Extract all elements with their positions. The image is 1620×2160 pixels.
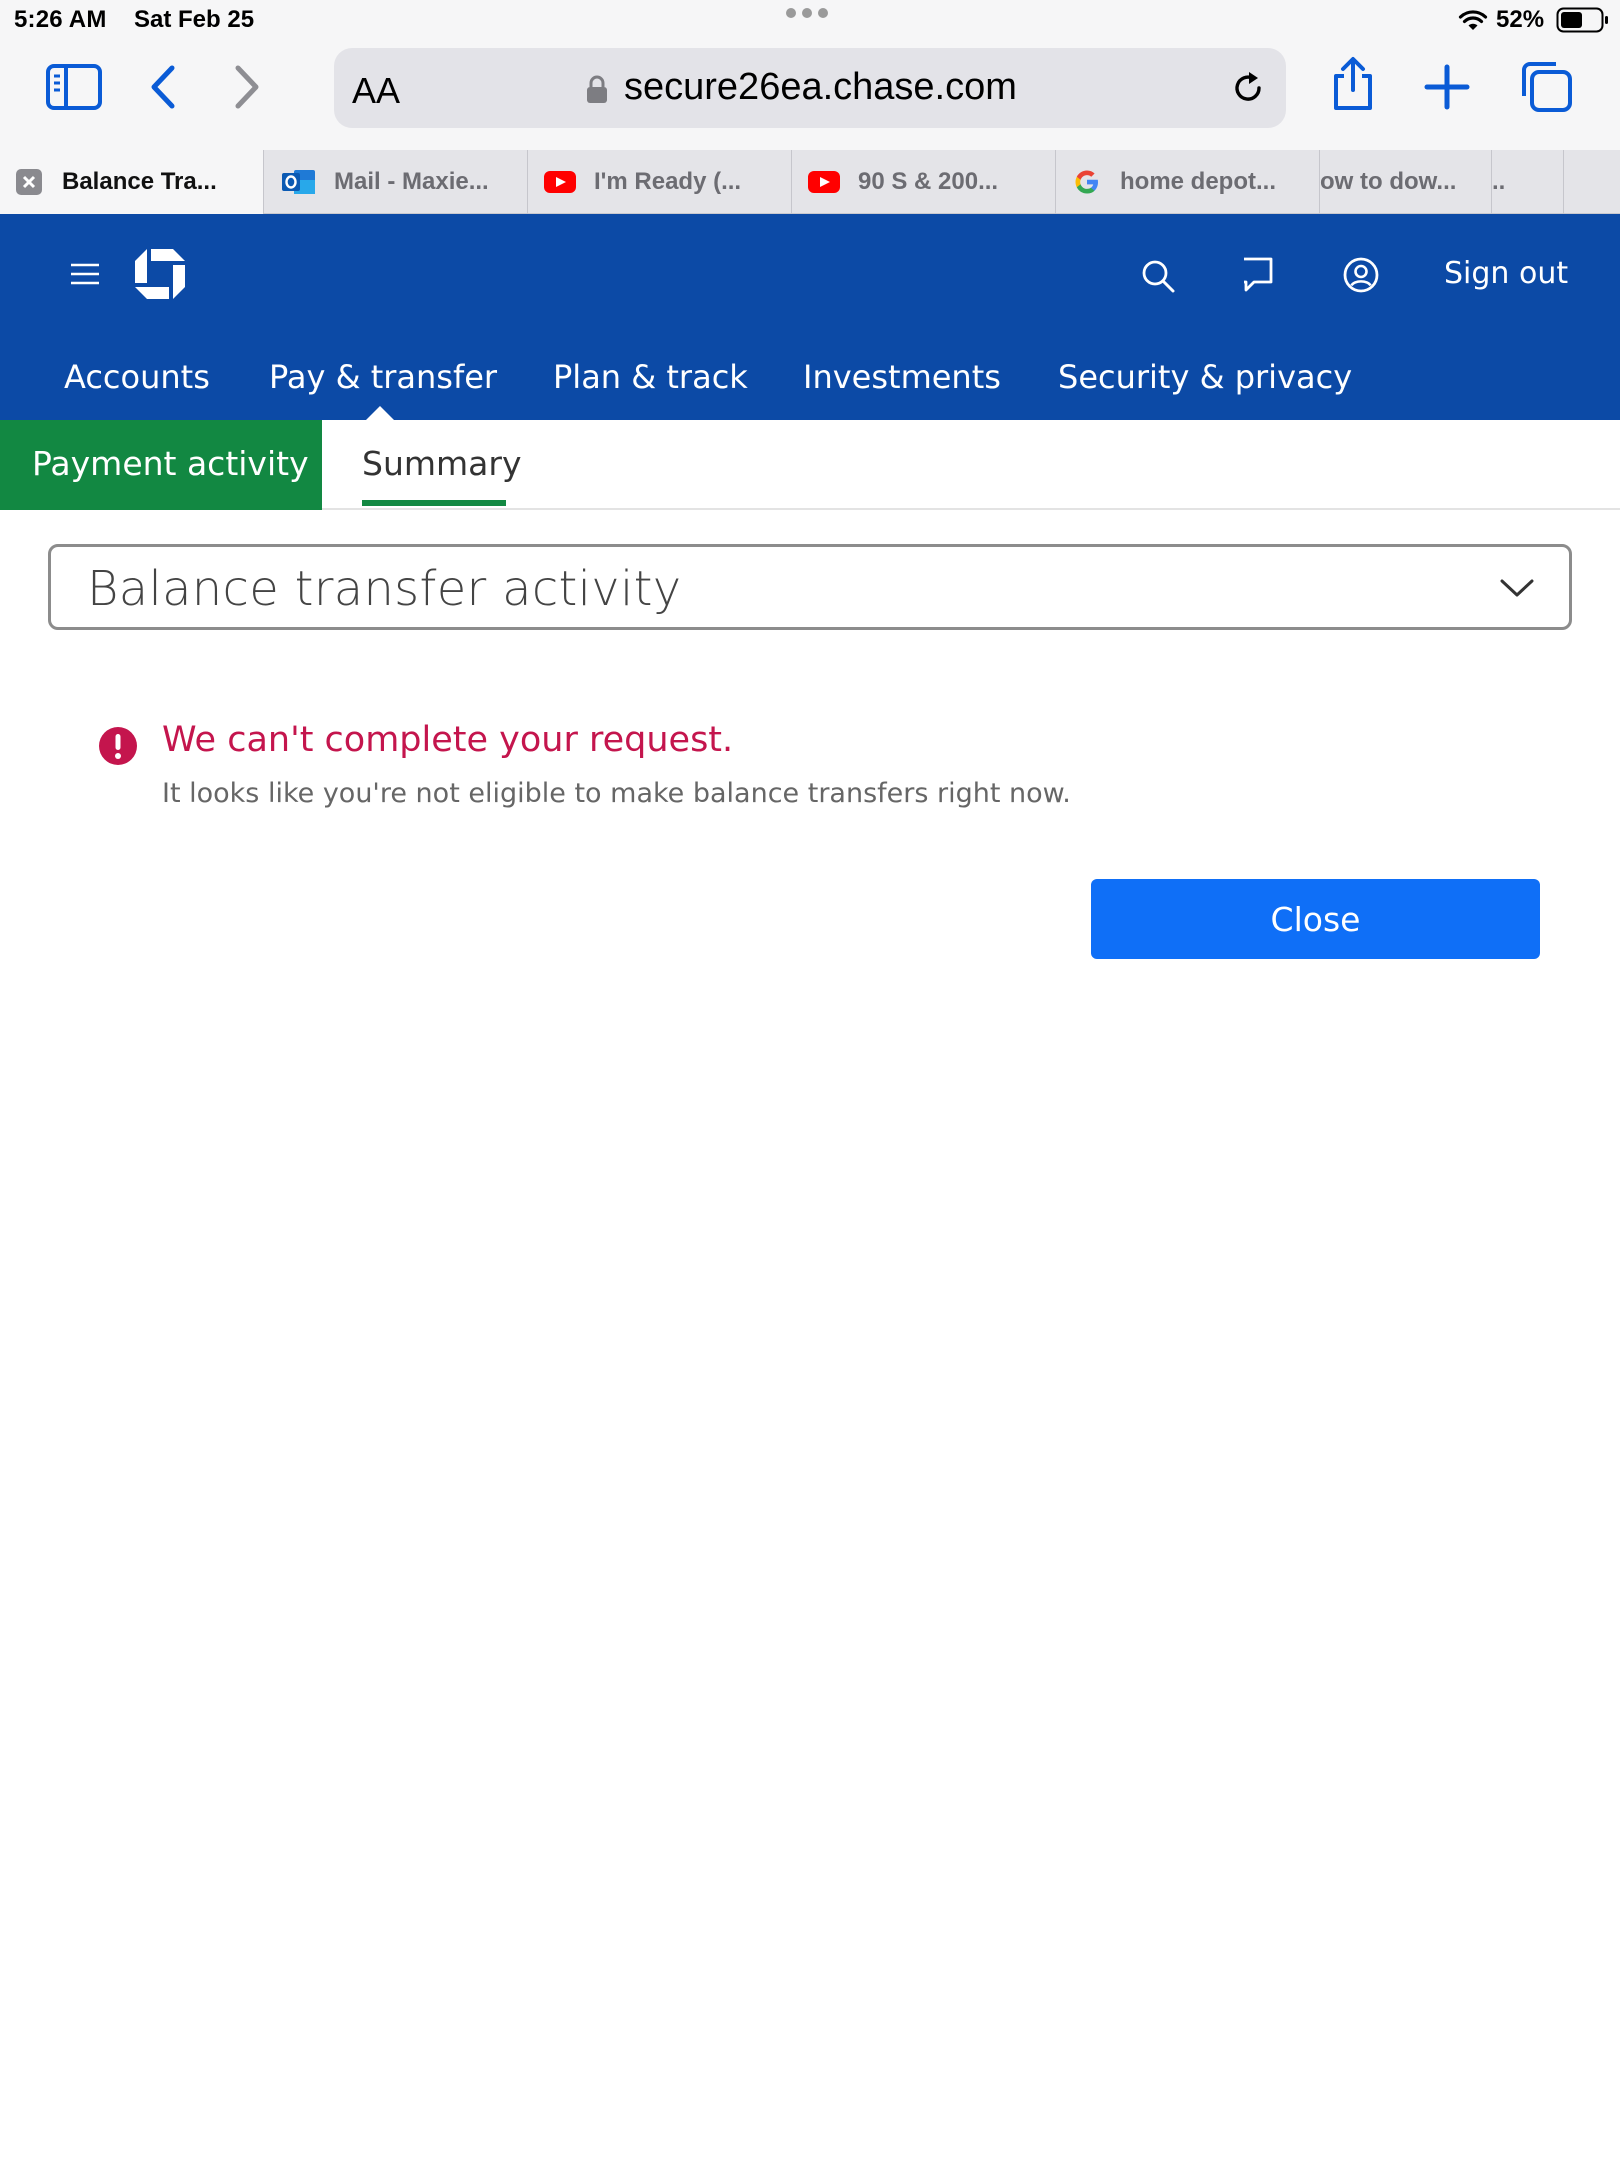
nav-plan-track[interactable]: Plan & track [553,358,748,396]
tab-label: home depot... [1120,168,1276,195]
tab-empty [1564,150,1620,214]
reload-icon[interactable] [1228,68,1268,108]
tab-label: Balance Tra... [62,168,217,195]
tab-label: Mail - Maxie... [334,168,489,195]
menu-icon[interactable] [70,262,100,286]
new-tab-icon[interactable] [1424,64,1470,110]
youtube-icon [808,171,840,193]
close-button[interactable]: Close [1091,879,1540,959]
chase-logo-icon[interactable] [134,248,186,300]
search-icon[interactable] [1140,258,1176,294]
tab-home-depot[interactable]: home depot... [1056,150,1320,214]
tab-summary[interactable]: Summary [362,444,521,483]
status-time: 5:26 AM [14,6,107,33]
url-text: secure26ea.chase.com [624,66,1017,108]
tab-payment-activity[interactable]: Payment activity [0,420,322,510]
tab-90s[interactable]: 90 S & 200... [792,150,1056,214]
nav-investments[interactable]: Investments [803,358,1001,396]
tabs-icon[interactable] [1520,60,1574,114]
error-title: We can't complete your request. [162,720,734,760]
profile-icon[interactable] [1342,256,1380,294]
address-bar[interactable]: AA secure26ea.chase.com [334,48,1286,128]
chase-header: Sign out Accounts Pay & transfer Plan & … [0,214,1620,420]
tab-how-to-download[interactable]: ow to dow... [1320,150,1492,214]
close-tab-icon[interactable] [16,169,42,195]
tab-label: .. [1492,168,1506,195]
summary-underline [362,500,506,506]
outlook-icon [282,170,315,194]
text-size-button[interactable]: AA [352,70,400,112]
nav-pay-transfer[interactable]: Pay & transfer [269,358,497,396]
sign-out-link[interactable]: Sign out [1444,256,1568,291]
nav-security-privacy[interactable]: Security & privacy [1058,358,1352,396]
multitasking-dots-icon[interactable] [786,8,828,18]
error-message: It looks like you're not eligible to mak… [162,778,1071,809]
tab-label: 90 S & 200... [858,168,999,195]
sidebar-icon[interactable] [46,64,102,110]
activity-type-select[interactable]: Balance transfer activity [48,544,1572,630]
forward-icon[interactable] [232,64,262,110]
battery-icon [1556,7,1608,33]
battery-percent: 52% [1496,6,1545,33]
status-date: Sat Feb 25 [134,6,255,33]
browser-toolbar: AA secure26ea.chase.com [0,40,1620,150]
wifi-icon [1458,10,1488,30]
nav-accounts[interactable]: Accounts [64,358,210,396]
error-icon [99,727,137,765]
chevron-down-icon [1500,579,1534,597]
back-icon[interactable] [148,64,178,110]
tab-overflow[interactable]: .. [1492,150,1564,214]
messages-icon[interactable] [1240,256,1276,294]
tab-label: ow to dow... [1320,168,1457,195]
tab-payment-activity-label: Payment activity [32,444,309,483]
google-icon [1075,170,1098,194]
status-bar: 5:26 AM Sat Feb 25 52% [0,0,1620,40]
tab-balance-transfer[interactable]: Balance Tra... [0,150,264,214]
main-nav: Accounts Pay & transfer Plan & track Inv… [0,354,1620,420]
youtube-icon [544,171,576,193]
tab-bar: Balance Tra... Mail - Maxie... I'm Ready… [0,150,1620,214]
select-value: Balance transfer activity [87,561,682,617]
share-icon[interactable] [1330,56,1376,112]
tab-im-ready[interactable]: I'm Ready (... [528,150,792,214]
tab-mail[interactable]: Mail - Maxie... [264,150,528,214]
subtab-bar: Payment activity Summary [0,420,1620,510]
tab-label: I'm Ready (... [594,168,742,195]
active-nav-indicator [366,406,394,420]
lock-icon [587,75,607,103]
